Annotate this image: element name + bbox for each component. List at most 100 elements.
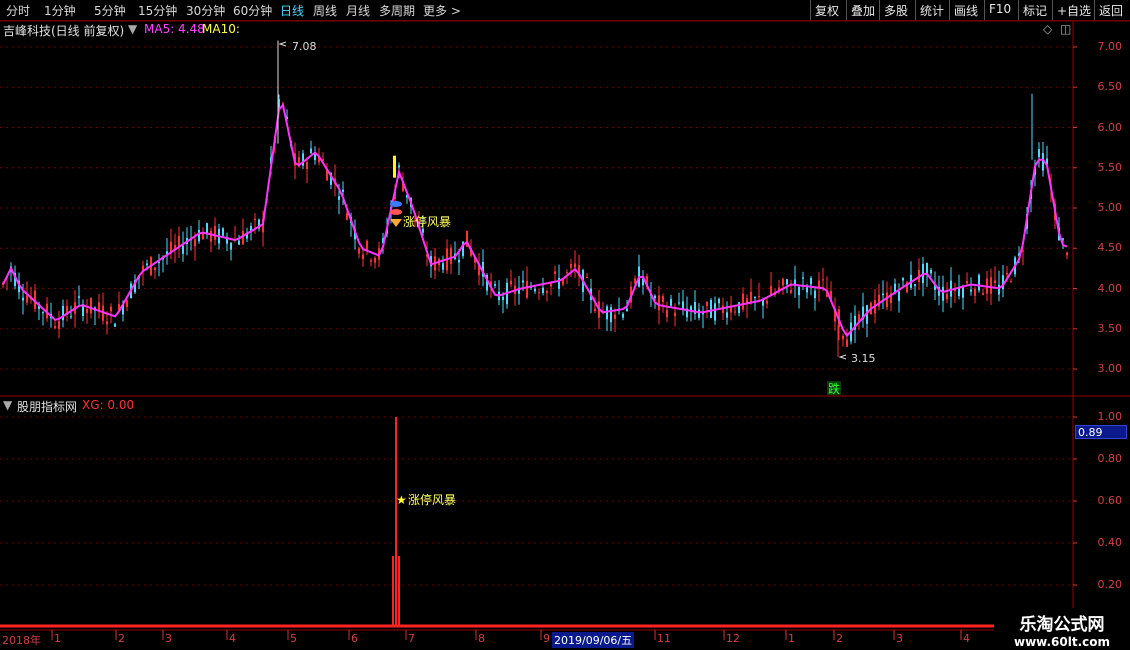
date-tick-label: 1 <box>54 632 61 645</box>
candle-body <box>1018 253 1020 256</box>
ma-line <box>2 102 1068 338</box>
candle-body <box>854 315 856 330</box>
candle-body <box>538 292 540 294</box>
candle-body <box>774 292 776 295</box>
candle-body <box>918 270 920 283</box>
candle-body <box>210 230 212 242</box>
candle-body <box>82 304 84 317</box>
period-tab-15min[interactable]: 15分钟 <box>138 2 177 19</box>
candle-body <box>602 311 604 313</box>
candle-body <box>994 280 996 284</box>
candle-body <box>22 297 24 301</box>
date-tick-label: 1 <box>788 632 795 645</box>
stats-button[interactable]: 统计 <box>915 0 949 20</box>
candle-body <box>162 257 164 260</box>
period-tab-fenshi[interactable]: 分时 <box>6 2 30 19</box>
candle-body <box>1058 227 1060 241</box>
candle-body <box>386 228 388 234</box>
indicator-dropdown-icon[interactable]: ▼ <box>3 398 12 412</box>
fuquan-button[interactable]: 复权 <box>810 0 846 20</box>
candle-body <box>638 266 640 287</box>
dropdown-circle-icon[interactable]: ▼ <box>128 22 137 36</box>
date-tick-label: 12 <box>726 632 740 645</box>
candle-body <box>942 286 944 301</box>
signal-red-icon <box>390 209 402 215</box>
diamond-icon[interactable]: ◇ <box>1043 22 1052 36</box>
multi-stock-button[interactable]: 多股 <box>879 0 915 20</box>
candle-body <box>802 277 804 279</box>
candle-body <box>838 309 840 327</box>
candle-body <box>890 293 892 304</box>
candle-body <box>466 230 468 247</box>
period-tab-30min[interactable]: 30分钟 <box>186 2 225 19</box>
period-tab-daily[interactable]: 日线 <box>280 2 304 19</box>
candle-body <box>870 302 872 315</box>
candle-body <box>830 290 832 302</box>
candle-body <box>370 260 372 262</box>
candle-body <box>646 275 648 287</box>
add-watchlist-button[interactable]: +自选 <box>1052 0 1094 20</box>
candle-body <box>218 228 220 244</box>
indicator-tick-label: 1.00 <box>1097 410 1123 423</box>
candle-body <box>342 189 344 192</box>
panel-toggle-icon[interactable]: ◫ <box>1060 22 1071 36</box>
candle-body <box>394 190 396 200</box>
candle-body <box>34 290 36 309</box>
candle-body <box>782 278 784 286</box>
candle-body <box>422 228 424 233</box>
candle-body <box>202 231 204 240</box>
candle-body <box>174 245 176 250</box>
f10-button[interactable]: F10 <box>984 0 1018 20</box>
drop-marker-bg <box>827 381 841 395</box>
candle-body <box>358 248 360 254</box>
candle-body <box>278 99 280 108</box>
candle-body <box>46 303 48 319</box>
candle-body <box>818 280 820 289</box>
candle-body <box>334 178 336 184</box>
period-tab-monthly[interactable]: 月线 <box>346 2 370 19</box>
period-tab-5min[interactable]: 5分钟 <box>94 2 126 19</box>
candle-body <box>950 280 952 297</box>
candle-body <box>706 301 708 307</box>
candle-body <box>86 309 88 314</box>
candle-body <box>330 173 332 185</box>
candle-body <box>230 242 232 250</box>
period-tab-60min[interactable]: 60分钟 <box>233 2 272 19</box>
candle-body <box>842 335 844 340</box>
candle-body <box>126 300 128 308</box>
candle-body <box>214 226 216 240</box>
candle-body <box>610 307 612 323</box>
candle-body <box>622 313 624 318</box>
xg-value-label: XG: 0.00 <box>82 398 135 412</box>
stock-title: 吉峰科技(日线 前复权) <box>3 24 125 38</box>
candle-body <box>894 283 896 294</box>
period-tab-multi[interactable]: 多周期 <box>379 2 415 19</box>
overlay-button[interactable]: 叠加 <box>846 0 879 20</box>
candle-body <box>642 278 644 286</box>
candle-body <box>666 310 668 318</box>
candle-body <box>314 153 316 161</box>
draw-line-button[interactable]: 画线 <box>949 0 984 20</box>
candle-body <box>38 303 40 309</box>
candle-body <box>1062 238 1064 240</box>
mark-button[interactable]: 标记 <box>1018 0 1052 20</box>
candle-body <box>670 299 672 306</box>
low-price-label: 3.15 <box>851 352 876 365</box>
candle-body <box>322 159 324 161</box>
price-tick-label: 5.00 <box>1097 201 1123 214</box>
candle-body <box>238 240 240 245</box>
candle-body <box>550 282 552 287</box>
candle-body <box>226 238 228 244</box>
candle-body <box>690 306 692 311</box>
candle-body <box>262 219 264 233</box>
period-tab-weekly[interactable]: 周线 <box>313 2 337 19</box>
candle-body <box>934 284 936 290</box>
period-tab-1min[interactable]: 1分钟 <box>44 2 76 19</box>
candle-body <box>882 293 884 296</box>
period-tab-more[interactable]: 更多 > <box>423 2 461 19</box>
date-tick-label: 4 <box>229 632 236 645</box>
candle-body <box>406 194 408 198</box>
candle-body <box>154 267 156 271</box>
back-button[interactable]: 返回 <box>1094 0 1130 20</box>
candle-body <box>770 286 772 295</box>
